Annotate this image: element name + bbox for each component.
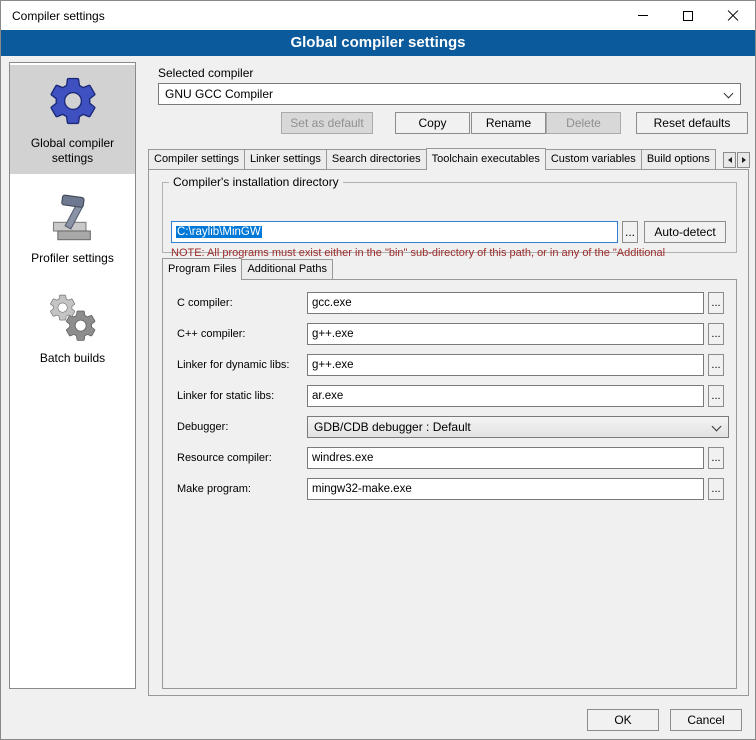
selected-compiler-dropdown[interactable]: GNU GCC Compiler xyxy=(158,83,741,105)
sidebar-item-label: Global compiler settings xyxy=(12,136,133,166)
cpp-compiler-value: g++.exe xyxy=(312,328,354,340)
resource-compiler-input[interactable]: windres.exe xyxy=(307,447,704,469)
ok-button[interactable]: OK xyxy=(587,709,659,731)
tab-search-directories[interactable]: Search directories xyxy=(326,149,427,169)
make-program-input[interactable]: mingw32-make.exe xyxy=(307,478,704,500)
c-compiler-browse-button[interactable]: ... xyxy=(708,292,724,314)
sidebar-item-label: Profiler settings xyxy=(31,251,114,266)
resource-compiler-value: windres.exe xyxy=(312,452,373,464)
resource-compiler-label: Resource compiler: xyxy=(177,447,272,469)
tab-custom-variables[interactable]: Custom variables xyxy=(545,149,642,169)
linker-dynamic-browse-button[interactable]: ... xyxy=(708,354,724,376)
compiler-settings-window: Compiler settings Global compiler settin… xyxy=(0,0,756,740)
sidebar-item-label: Batch builds xyxy=(40,351,105,366)
linker-static-row: Linker for static libs: ar.exe ... xyxy=(163,385,736,407)
cpp-compiler-browse-button[interactable]: ... xyxy=(708,323,724,345)
cancel-button[interactable]: Cancel xyxy=(670,709,742,731)
linker-static-input[interactable]: ar.exe xyxy=(307,385,704,407)
window-title: Compiler settings xyxy=(1,9,105,23)
installation-directory-group: Compiler's installation directory C:\ray… xyxy=(162,175,737,253)
selected-compiler-label: Selected compiler xyxy=(158,66,253,80)
c-compiler-label: C compiler: xyxy=(177,292,233,314)
tab-scroll-right-button[interactable] xyxy=(737,152,750,168)
linker-dynamic-input[interactable]: g++.exe xyxy=(307,354,704,376)
linker-dynamic-label: Linker for dynamic libs: xyxy=(177,354,290,376)
cpp-compiler-input[interactable]: g++.exe xyxy=(307,323,704,345)
chevron-down-icon xyxy=(724,89,734,99)
copy-button[interactable]: Copy xyxy=(395,112,470,134)
installation-directory-value: C:\raylib\MinGW xyxy=(176,226,262,238)
linker-static-label: Linker for static libs: xyxy=(177,385,274,407)
debugger-value: GDB/CDB debugger : Default xyxy=(314,420,471,434)
debugger-label: Debugger: xyxy=(177,416,228,438)
program-files-panel: C compiler: gcc.exe ... C++ compiler: g+… xyxy=(162,279,737,689)
sidebar-item-profiler-settings[interactable]: Profiler settings xyxy=(10,184,135,274)
c-compiler-row: C compiler: gcc.exe ... xyxy=(163,292,736,314)
resource-compiler-row: Resource compiler: windres.exe ... xyxy=(163,447,736,469)
make-program-label: Make program: xyxy=(177,478,251,500)
debugger-dropdown[interactable]: GDB/CDB debugger : Default xyxy=(307,416,729,438)
maximize-icon xyxy=(683,11,693,21)
tab-scroll-left-button[interactable] xyxy=(723,152,736,168)
program-files-tabs: Program Files Additional Paths xyxy=(162,258,333,280)
hammer-tool-icon xyxy=(47,192,99,244)
dialog-header: Global compiler settings xyxy=(1,30,755,56)
dialog-content: Global compiler settings Profiler settin… xyxy=(1,56,755,740)
blue-gear-icon xyxy=(45,73,101,129)
window-controls xyxy=(620,1,755,30)
make-program-value: mingw32-make.exe xyxy=(312,483,412,495)
set-as-default-button[interactable]: Set as default xyxy=(281,112,373,134)
resource-compiler-browse-button[interactable]: ... xyxy=(708,447,724,469)
minimize-button[interactable] xyxy=(620,1,665,30)
subtab-program-files[interactable]: Program Files xyxy=(162,258,242,280)
dialog-header-title: Global compiler settings xyxy=(290,34,465,51)
linker-dynamic-row: Linker for dynamic libs: g++.exe ... xyxy=(163,354,736,376)
left-arrow-icon xyxy=(728,157,732,163)
right-arrow-icon xyxy=(742,157,746,163)
sidebar-item-global-compiler-settings[interactable]: Global compiler settings xyxy=(10,65,135,174)
debugger-row: Debugger: GDB/CDB debugger : Default xyxy=(163,416,736,438)
cpp-compiler-row: C++ compiler: g++.exe ... xyxy=(163,323,736,345)
sidebar-item-batch-builds[interactable]: Batch builds xyxy=(10,284,135,374)
c-compiler-input[interactable]: gcc.exe xyxy=(307,292,704,314)
delete-button[interactable]: Delete xyxy=(546,112,621,134)
chevron-down-icon xyxy=(712,422,722,432)
linker-static-browse-button[interactable]: ... xyxy=(708,385,724,407)
tab-linker-settings[interactable]: Linker settings xyxy=(244,149,327,169)
installation-directory-browse-button[interactable]: ... xyxy=(622,221,638,243)
gray-gears-icon xyxy=(47,292,99,344)
close-button[interactable] xyxy=(710,1,755,30)
auto-detect-button[interactable]: Auto-detect xyxy=(644,221,726,243)
make-program-browse-button[interactable]: ... xyxy=(708,478,724,500)
toolchain-executables-panel: Compiler's installation directory C:\ray… xyxy=(148,169,749,696)
compiler-settings-tabs: Compiler settings Linker settings Search… xyxy=(148,148,723,170)
close-icon xyxy=(727,10,739,22)
installation-directory-group-label: Compiler's installation directory xyxy=(169,175,343,189)
reset-defaults-button[interactable]: Reset defaults xyxy=(636,112,748,134)
c-compiler-value: gcc.exe xyxy=(312,297,352,309)
make-program-row: Make program: mingw32-make.exe ... xyxy=(163,478,736,500)
tab-compiler-settings[interactable]: Compiler settings xyxy=(148,149,245,169)
selected-compiler-value: GNU GCC Compiler xyxy=(165,87,273,101)
linker-dynamic-value: g++.exe xyxy=(312,359,354,371)
maximize-button[interactable] xyxy=(665,1,710,30)
tab-scroll-buttons xyxy=(723,152,750,168)
cpp-compiler-label: C++ compiler: xyxy=(177,323,245,345)
main-panel: Selected compiler GNU GCC Compiler Set a… xyxy=(146,56,749,740)
rename-button[interactable]: Rename xyxy=(471,112,546,134)
settings-category-list: Global compiler settings Profiler settin… xyxy=(9,62,136,689)
titlebar: Compiler settings xyxy=(1,1,755,30)
minimize-icon xyxy=(638,15,648,16)
subtab-additional-paths[interactable]: Additional Paths xyxy=(241,259,333,279)
installation-directory-input[interactable]: C:\raylib\MinGW xyxy=(171,221,618,243)
tab-build-options[interactable]: Build options xyxy=(641,149,716,169)
tab-toolchain-executables[interactable]: Toolchain executables xyxy=(426,148,546,170)
linker-static-value: ar.exe xyxy=(312,390,343,402)
